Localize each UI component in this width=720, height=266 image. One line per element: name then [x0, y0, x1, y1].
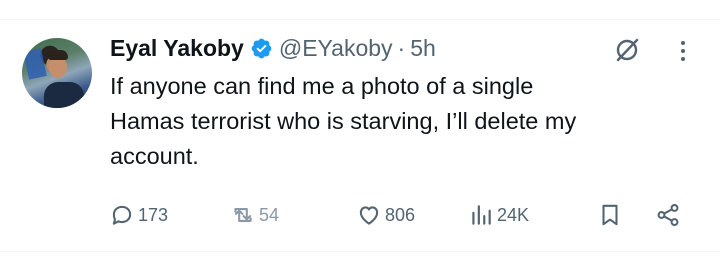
avatar-hair — [48, 50, 68, 60]
bookmark-button[interactable] — [597, 200, 623, 230]
repost-button[interactable]: 54 — [230, 200, 279, 230]
like-count: 806 — [385, 204, 416, 225]
repost-count: 54 — [259, 204, 280, 225]
views-button[interactable]: 24K — [468, 200, 529, 230]
avatar-flag — [23, 48, 47, 80]
author-handle[interactable]: @EYakoby — [279, 35, 393, 62]
reply-button[interactable]: 173 — [109, 200, 168, 230]
reply-icon — [112, 205, 132, 225]
share-button[interactable] — [655, 200, 681, 230]
grok-icon[interactable] — [612, 35, 642, 65]
share-icon — [657, 204, 679, 226]
reply-count: 173 — [138, 204, 169, 225]
tweet-header: Eyal Yakoby @EYakoby · 5h — [110, 33, 436, 63]
more-icon[interactable] — [676, 38, 690, 64]
tweet-text: If anyone can find me a photo of a singl… — [110, 73, 577, 169]
action-bar: 173 54 806 24K — [0, 200, 720, 230]
avatar-shirt — [44, 82, 84, 108]
avatar[interactable] — [22, 38, 92, 108]
top-divider — [0, 19, 720, 20]
verified-badge-icon[interactable] — [250, 37, 273, 60]
repost-icon — [234, 208, 252, 222]
author-name[interactable]: Eyal Yakoby — [110, 35, 244, 62]
bottom-divider — [0, 251, 720, 252]
views-count: 24K — [497, 204, 530, 225]
views-icon — [472, 205, 491, 225]
separator-dot: · — [397, 34, 406, 61]
timestamp[interactable]: 5h — [410, 35, 436, 62]
bookmark-icon — [602, 204, 618, 226]
like-button[interactable]: 806 — [356, 200, 415, 230]
like-icon — [359, 206, 379, 225]
